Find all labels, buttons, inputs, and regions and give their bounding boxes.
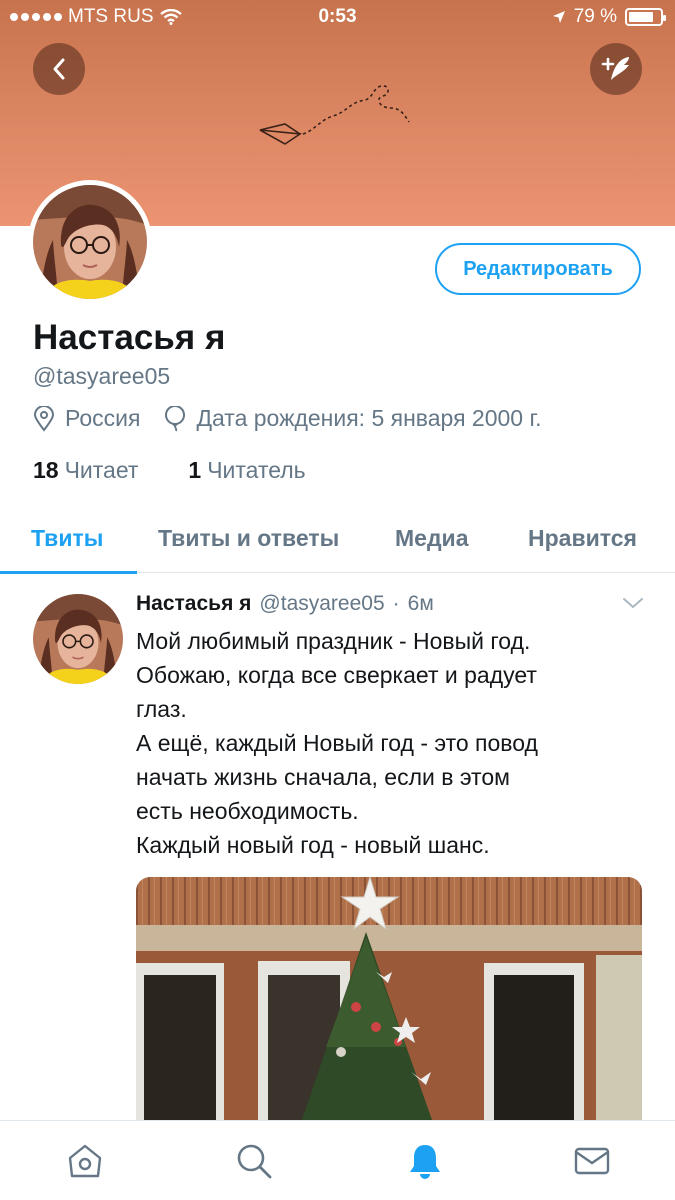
tab-tweets-and-replies[interactable]: Твиты и ответы xyxy=(158,525,339,552)
following-label: Читает xyxy=(64,457,139,483)
avatar-photo xyxy=(33,185,147,299)
followers-stat[interactable]: 1 Читатель xyxy=(188,457,305,484)
notifications-tab[interactable] xyxy=(405,1141,445,1181)
profile-avatar[interactable] xyxy=(28,180,152,304)
mail-icon xyxy=(574,1147,610,1175)
battery-percent: 79 % xyxy=(573,6,617,27)
tweet-separator: · xyxy=(392,592,400,615)
tweet-line: начать жизнь сначала, если в этом xyxy=(136,764,510,790)
tweet-line: А ещё, каждый Новый год - это повод xyxy=(136,730,538,756)
compose-tweet-button[interactable] xyxy=(590,43,642,95)
home-tab[interactable] xyxy=(65,1141,105,1181)
tweet-author-handle: @tasyaree05 xyxy=(259,592,385,615)
location-pin-icon xyxy=(33,405,55,432)
bell-icon xyxy=(410,1145,440,1179)
status-right: 79 % xyxy=(552,6,666,28)
following-stat[interactable]: 18 Читает xyxy=(33,457,138,484)
tweet-body: Мой любимый праздник - Новый год. Обожаю… xyxy=(136,624,646,862)
status-bar: MTS RUS 0:53 79 % xyxy=(0,0,675,34)
profile-name: Настасья я xyxy=(33,318,226,357)
tweet-line: Обожаю, когда все сверкает и радует xyxy=(136,662,537,688)
followers-label: Читатель xyxy=(207,457,306,483)
feather-plus-icon xyxy=(601,57,629,80)
location-text: Россия xyxy=(65,405,141,431)
search-tab[interactable] xyxy=(234,1141,274,1181)
chevron-left-icon xyxy=(53,58,65,80)
paper-plane-illustration xyxy=(259,84,410,145)
battery-level xyxy=(629,12,653,22)
follow-stats: 18 Читает 1 Читатель xyxy=(33,457,306,484)
followers-count: 1 xyxy=(188,457,202,483)
tweet-author-name[interactable]: Настасья я xyxy=(136,592,251,616)
tweet-avatar[interactable] xyxy=(33,594,123,684)
messages-tab[interactable] xyxy=(572,1141,612,1181)
chevron-down-icon[interactable] xyxy=(622,596,644,610)
tweet-line: глаз. xyxy=(136,696,187,722)
tab-media[interactable]: Медиа xyxy=(395,525,468,552)
tweet-photo[interactable] xyxy=(136,877,642,1120)
profile-meta: Россия Дата рождения: 5 января 2000 г. xyxy=(33,405,541,432)
profile-tabs: Твиты Твиты и ответы Медиа Нравится xyxy=(0,505,675,574)
tweet-header: Настасья я @tasyaree05 · 6м xyxy=(136,592,434,616)
birthday-text: Дата рождения: 5 января 2000 г. xyxy=(196,405,542,431)
back-button[interactable] xyxy=(33,43,85,95)
bottom-tab-bar xyxy=(0,1120,675,1200)
tab-likes[interactable]: Нравится xyxy=(528,525,637,552)
profile-handle: @tasyaree05 xyxy=(33,363,171,389)
tweet-line: есть необходимость. xyxy=(136,798,359,824)
tweet-line: Мой любимый праздник - Новый год. xyxy=(136,628,531,654)
search-icon xyxy=(237,1144,272,1179)
home-icon xyxy=(68,1144,102,1178)
tweet-line: Каждый новый год - новый шанс. xyxy=(136,832,490,858)
active-tab-indicator xyxy=(0,571,137,574)
tab-tweets[interactable]: Твиты xyxy=(31,525,103,552)
balloon-icon xyxy=(165,405,186,431)
following-count: 18 xyxy=(33,457,59,483)
battery-icon xyxy=(625,8,666,26)
tweet-timestamp: 6м xyxy=(407,592,434,615)
birthday-item: Дата рождения: 5 января 2000 г. xyxy=(164,405,541,432)
edit-profile-button[interactable]: Редактировать xyxy=(435,243,641,295)
location-item: Россия xyxy=(33,405,140,432)
location-arrow-icon xyxy=(552,11,565,23)
